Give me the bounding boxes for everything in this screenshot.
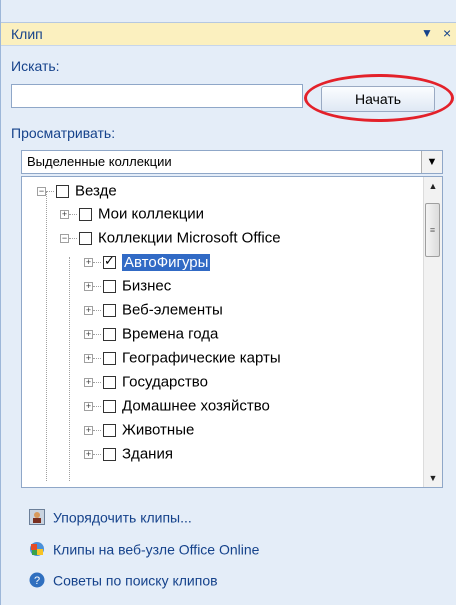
- svg-text:?: ?: [34, 575, 40, 587]
- tree-checkbox[interactable]: [103, 279, 116, 293]
- browse-label: Просматривать:: [11, 125, 116, 141]
- tree-item-label: Географические карты: [122, 349, 281, 367]
- tree-item[interactable]: + Времена года: [84, 325, 218, 347]
- tree-item-selected[interactable]: + АвтоФигуры: [84, 253, 211, 275]
- tree-item[interactable]: + Бизнес: [84, 277, 171, 299]
- tree-item-label: Здания: [122, 445, 173, 463]
- collections-tree[interactable]: − Везде + Мои коллекции − Коллекции Microso…: [21, 176, 443, 488]
- search-label: Искать:: [11, 58, 60, 74]
- help-question-icon: ?: [29, 572, 45, 588]
- tree-item[interactable]: + Государство: [84, 373, 208, 395]
- tree-checkbox[interactable]: [103, 399, 116, 413]
- task-pane-title-bar: Клип ▼ ×: [1, 22, 456, 46]
- search-tips-label: Советы по поиску клипов: [53, 572, 218, 589]
- tree-item-label: Веб-элементы: [122, 301, 223, 319]
- tree-item-label: Государство: [122, 373, 208, 391]
- tree-item[interactable]: − Коллекции Microsoft Office: [60, 229, 281, 251]
- tree-expander-icon[interactable]: +: [84, 329, 93, 339]
- browse-selected-value: Выделенные коллекции: [27, 154, 172, 169]
- tree-item-label: Животные: [122, 421, 195, 439]
- tree-item-label: Времена года: [122, 325, 219, 343]
- tree-scrollbar[interactable]: ▲ ≡ ▼: [423, 177, 442, 487]
- tree-expander-icon[interactable]: +: [84, 377, 93, 387]
- clips-online-label: Клипы на веб-узле Office Online: [53, 541, 260, 558]
- tree-expander-icon[interactable]: +: [60, 209, 69, 219]
- search-tips-link[interactable]: ? Советы по поиску клипов: [29, 571, 218, 588]
- close-icon[interactable]: ×: [443, 25, 451, 41]
- red-highlight-circle: [304, 74, 454, 122]
- pane-options-dropdown-icon[interactable]: ▼: [421, 26, 433, 40]
- tree-item-label: АвтоФигуры: [122, 253, 211, 271]
- task-pane-title: Клип: [11, 26, 43, 42]
- tree-checkbox[interactable]: [79, 231, 92, 245]
- tree-expander-icon[interactable]: −: [37, 186, 46, 196]
- tree-item-label: Домашнее хозяйство: [122, 397, 270, 415]
- dropdown-arrow-icon[interactable]: ▼: [421, 151, 442, 173]
- tree-expander-icon[interactable]: −: [60, 233, 69, 243]
- tree-expander-icon[interactable]: +: [84, 305, 93, 315]
- tree-expander-icon[interactable]: +: [84, 257, 93, 267]
- tree-item[interactable]: + Мои коллекции: [60, 205, 204, 227]
- tree-guide-line: [46, 191, 47, 481]
- tree-expander-icon[interactable]: +: [84, 449, 93, 459]
- organizer-person-icon: [29, 509, 45, 526]
- tree-expander-icon[interactable]: +: [84, 281, 93, 291]
- tree-checkbox[interactable]: [103, 303, 116, 317]
- tree-item[interactable]: + Веб-элементы: [84, 301, 223, 323]
- tree-checkbox[interactable]: [103, 423, 116, 437]
- tree-item-label: Везде: [75, 182, 117, 200]
- scroll-down-arrow-icon[interactable]: ▼: [424, 469, 442, 487]
- scroll-up-arrow-icon[interactable]: ▲: [424, 177, 442, 195]
- clips-online-link[interactable]: Клипы на веб-узле Office Online: [29, 540, 259, 557]
- tree-checkbox[interactable]: [103, 327, 116, 341]
- tree-item[interactable]: + Здания: [84, 445, 173, 467]
- tree-item[interactable]: − Везде: [37, 182, 117, 204]
- tree-item[interactable]: + Географические карты: [84, 349, 281, 371]
- tree-checkbox[interactable]: [103, 375, 116, 389]
- tree-item-label: Мои коллекции: [98, 205, 205, 223]
- organize-clips-label: Упорядочить клипы...: [53, 509, 192, 526]
- tree-checkbox[interactable]: [103, 447, 116, 461]
- clip-art-task-pane: Клип ▼ × Искать: Начать Просматривать: В…: [0, 0, 456, 605]
- tree-checkbox[interactable]: [103, 351, 116, 365]
- tree-checkbox[interactable]: [56, 184, 69, 198]
- globe-office-icon: [29, 541, 45, 557]
- tree-item[interactable]: + Животные: [84, 421, 194, 443]
- tree-guide-line: [69, 257, 70, 481]
- tree-expander-icon[interactable]: +: [84, 353, 93, 363]
- tree-item-label: Бизнес: [122, 277, 172, 295]
- tree-expander-icon[interactable]: +: [84, 401, 93, 411]
- tree-checkbox-checked[interactable]: [103, 253, 116, 269]
- browse-collections-select[interactable]: Выделенные коллекции ▼: [21, 150, 443, 174]
- tree-checkbox[interactable]: [79, 207, 92, 221]
- tree-item-label: Коллекции Microsoft Office: [98, 229, 281, 247]
- scrollbar-thumb[interactable]: ≡: [425, 203, 440, 257]
- tree-item[interactable]: + Домашнее хозяйство: [84, 397, 270, 419]
- search-input[interactable]: [11, 84, 303, 108]
- organize-clips-link[interactable]: Упорядочить клипы...: [29, 508, 192, 526]
- tree-expander-icon[interactable]: +: [84, 425, 93, 435]
